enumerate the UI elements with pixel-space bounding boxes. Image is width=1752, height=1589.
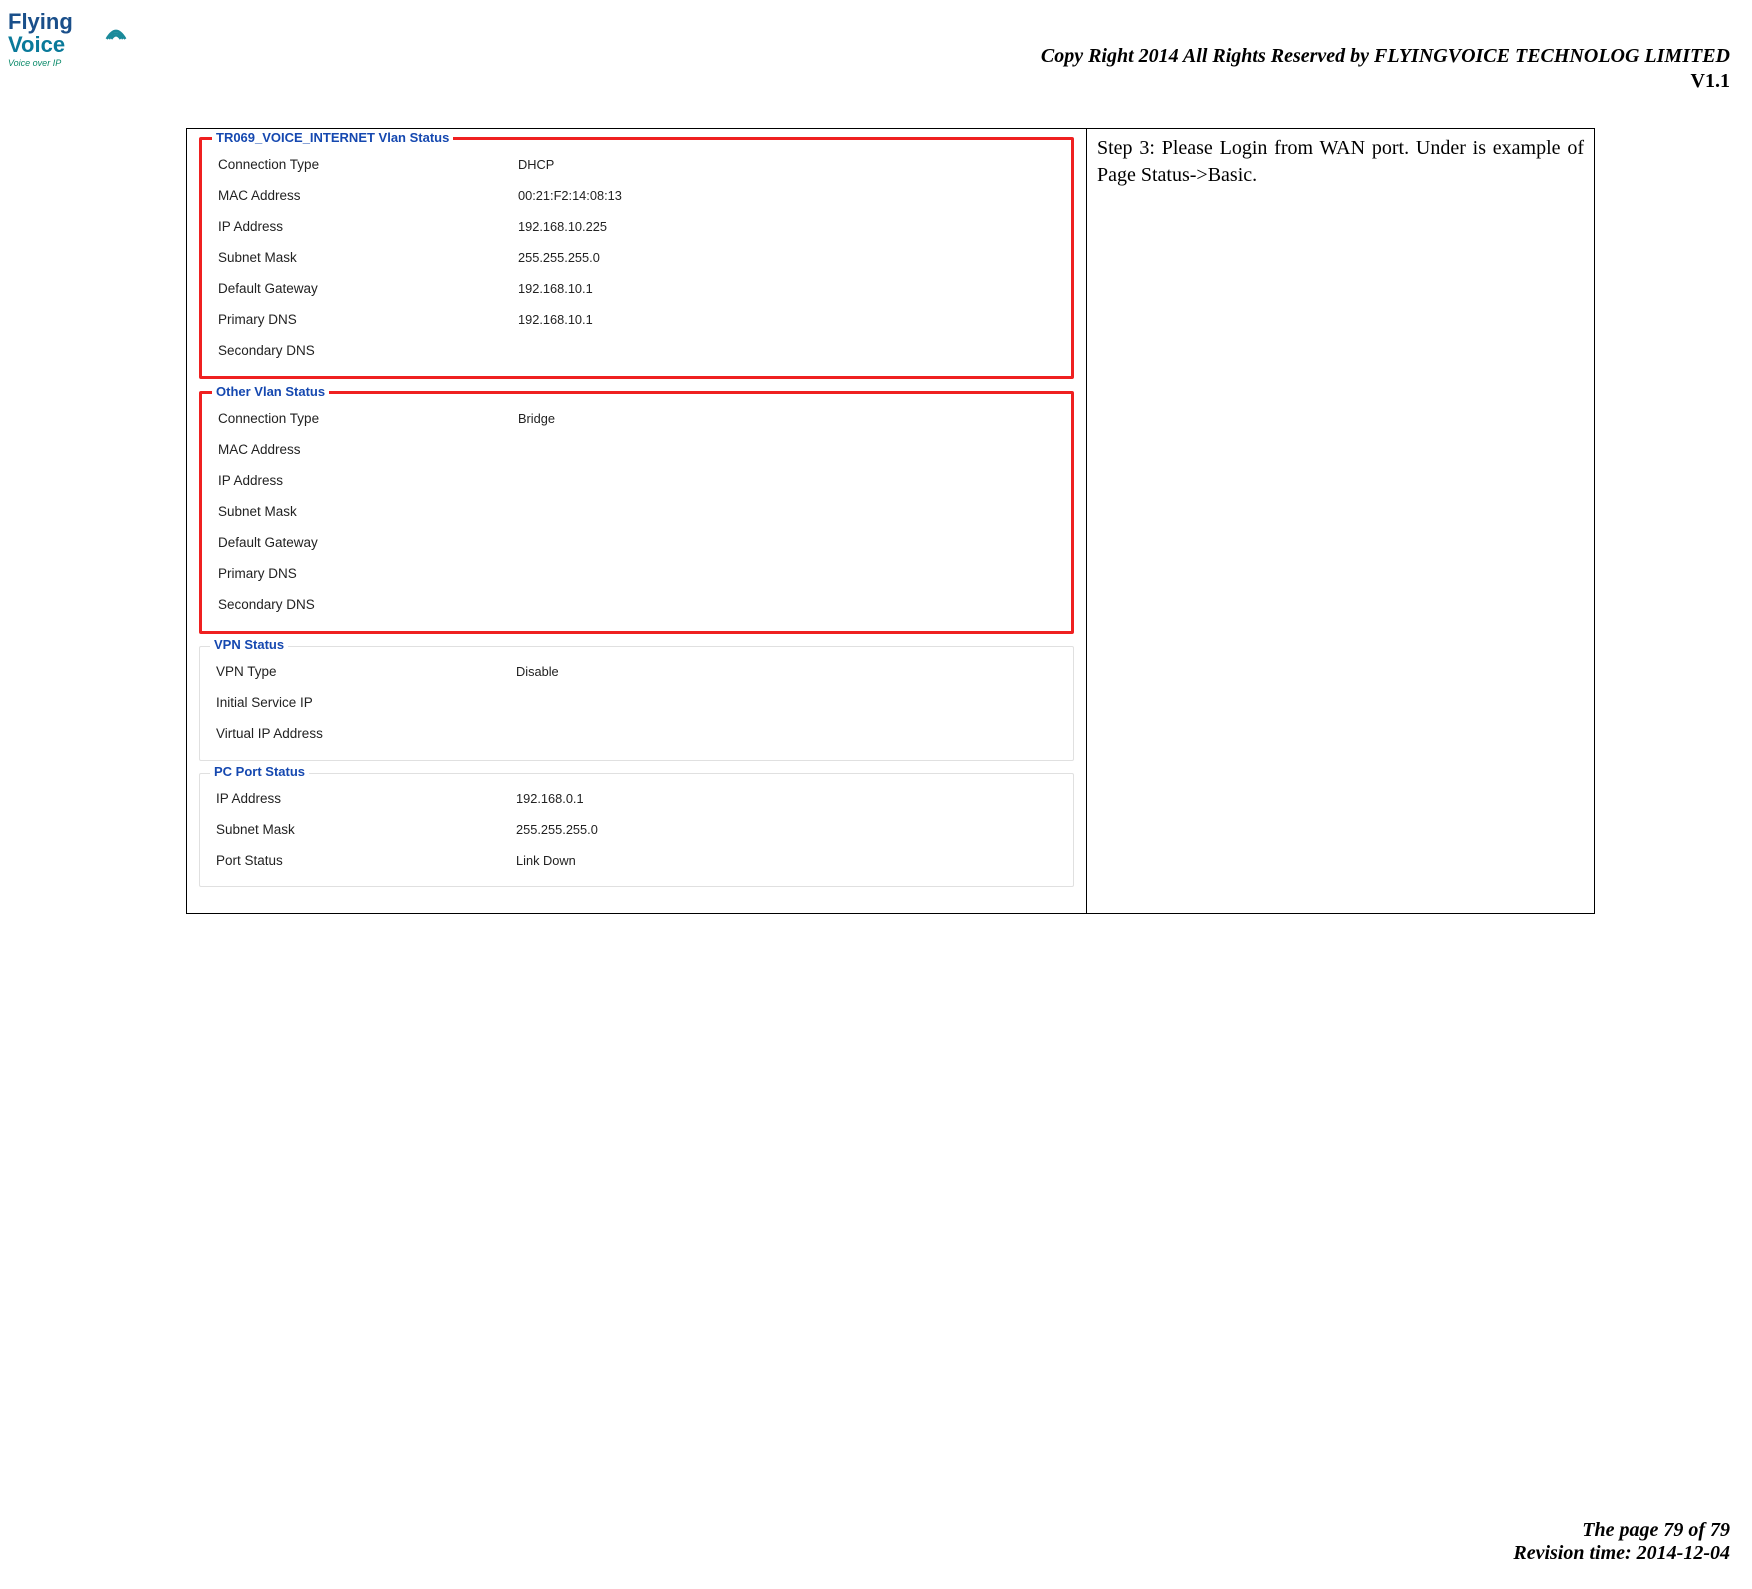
- status-row: Subnet Mask255.255.255.0: [214, 243, 1059, 274]
- brand-logo: Flying Voice Voice over IP: [8, 10, 118, 70]
- status-row: VPN TypeDisable: [212, 657, 1061, 688]
- row-label: Default Gateway: [218, 279, 518, 300]
- status-row: Subnet Mask: [214, 497, 1059, 528]
- status-row: Default Gateway192.168.10.1: [214, 274, 1059, 305]
- section-vpn-status: VPN Status VPN TypeDisable Initial Servi…: [199, 646, 1074, 761]
- status-row: Default Gateway: [214, 528, 1059, 559]
- status-row: Subnet Mask255.255.255.0: [212, 815, 1061, 846]
- status-row: Primary DNS: [214, 559, 1059, 590]
- row-label: Subnet Mask: [216, 820, 516, 841]
- row-label: Secondary DNS: [218, 341, 518, 362]
- row-label: MAC Address: [218, 186, 518, 207]
- version-text: V1.1: [1041, 70, 1730, 93]
- status-row: Connection TypeDHCP: [214, 150, 1059, 181]
- row-label: Default Gateway: [218, 533, 518, 554]
- row-value: 192.168.10.225: [518, 217, 607, 238]
- row-label: Subnet Mask: [218, 248, 518, 269]
- document-header: Copy Right 2014 All Rights Reserved by F…: [1041, 45, 1730, 93]
- row-value: Bridge: [518, 409, 555, 430]
- row-label: Primary DNS: [218, 310, 518, 331]
- row-label: IP Address: [218, 217, 518, 238]
- instruction-cell: Step 3: Please Login from WAN port. Unde…: [1087, 129, 1595, 914]
- row-value: 192.168.10.1: [518, 279, 593, 300]
- logo-tagline: Voice over IP: [8, 58, 118, 68]
- row-label: IP Address: [216, 789, 516, 810]
- row-label: VPN Type: [216, 662, 516, 683]
- copyright-text: Copy Right 2014 All Rights Reserved by F…: [1041, 45, 1730, 68]
- section-pc-port-status: PC Port Status IP Address192.168.0.1 Sub…: [199, 773, 1074, 888]
- section-tr069-vlan-status: TR069_VOICE_INTERNET Vlan Status Connect…: [199, 137, 1074, 379]
- status-row: IP Address192.168.10.225: [214, 212, 1059, 243]
- row-label: Secondary DNS: [218, 595, 518, 616]
- row-label: Virtual IP Address: [216, 724, 516, 745]
- status-row: Connection TypeBridge: [214, 404, 1059, 435]
- content-table: TR069_VOICE_INTERNET Vlan Status Connect…: [186, 128, 1595, 914]
- row-value: Link Down: [516, 851, 576, 872]
- row-label: Subnet Mask: [218, 502, 518, 523]
- status-row: MAC Address: [214, 435, 1059, 466]
- page-number: The page 79 of 79: [1513, 1519, 1730, 1542]
- row-value: DHCP: [518, 155, 554, 176]
- status-row: Virtual IP Address: [212, 719, 1061, 750]
- row-label: IP Address: [218, 471, 518, 492]
- status-row: Initial Service IP: [212, 688, 1061, 719]
- row-value: 255.255.255.0: [518, 248, 600, 269]
- row-value: 00:21:F2:14:08:13: [518, 186, 622, 207]
- row-label: Connection Type: [218, 409, 518, 430]
- section-title: VPN Status: [210, 637, 288, 652]
- row-value: 255.255.255.0: [516, 820, 598, 841]
- screenshot-cell: TR069_VOICE_INTERNET Vlan Status Connect…: [187, 129, 1087, 914]
- section-other-vlan-status: Other Vlan Status Connection TypeBridge …: [199, 391, 1074, 633]
- row-value: 192.168.10.1: [518, 310, 593, 331]
- waves-icon: [102, 18, 130, 46]
- status-row: IP Address192.168.0.1: [212, 784, 1061, 815]
- row-value: 192.168.0.1: [516, 789, 584, 810]
- section-title: Other Vlan Status: [212, 384, 329, 399]
- status-row: Primary DNS192.168.10.1: [214, 305, 1059, 336]
- row-label: Connection Type: [218, 155, 518, 176]
- section-title: TR069_VOICE_INTERNET Vlan Status: [212, 130, 453, 145]
- status-row: Secondary DNS: [214, 336, 1059, 367]
- row-label: Primary DNS: [218, 564, 518, 585]
- logo-text-top: Flying: [8, 9, 73, 34]
- logo-text-bottom: Voice: [8, 32, 65, 57]
- status-row: MAC Address00:21:F2:14:08:13: [214, 181, 1059, 212]
- row-value: Disable: [516, 662, 559, 683]
- instruction-text: Step 3: Please Login from WAN port. Unde…: [1097, 137, 1584, 186]
- row-label: MAC Address: [218, 440, 518, 461]
- document-footer: The page 79 of 79 Revision time: 2014-12…: [1513, 1519, 1730, 1565]
- revision-time: Revision time: 2014-12-04: [1513, 1542, 1730, 1565]
- status-row: Port StatusLink Down: [212, 846, 1061, 877]
- row-label: Initial Service IP: [216, 693, 516, 714]
- status-row: Secondary DNS: [214, 590, 1059, 621]
- section-title: PC Port Status: [210, 764, 309, 779]
- status-row: IP Address: [214, 466, 1059, 497]
- row-label: Port Status: [216, 851, 516, 872]
